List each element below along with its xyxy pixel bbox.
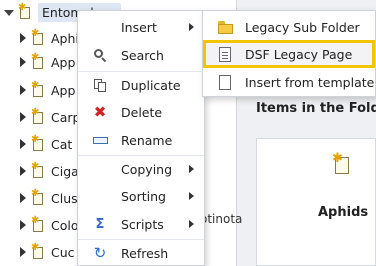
submenu-item-label: DSF Legacy Page bbox=[245, 46, 353, 62]
menu-item-insert[interactable]: Insert bbox=[78, 14, 204, 40]
page-icon: ✱ bbox=[31, 28, 45, 46]
expand-arrow-icon[interactable] bbox=[20, 85, 26, 95]
submenu-arrow-icon bbox=[189, 165, 194, 173]
expand-arrow-icon[interactable] bbox=[20, 57, 26, 67]
page-icon: ✱ bbox=[18, 2, 32, 20]
page-icon: ✱ bbox=[31, 215, 45, 233]
expand-arrow-icon[interactable] bbox=[20, 112, 26, 122]
expand-arrow-icon[interactable] bbox=[20, 139, 26, 149]
page-icon: ✱ bbox=[31, 242, 45, 260]
submenu-item-label: Insert from template bbox=[245, 74, 375, 90]
page-icon: ✱ bbox=[31, 134, 45, 152]
menu-item-sorting[interactable]: Sorting bbox=[78, 183, 204, 209]
expand-arrow-icon[interactable] bbox=[20, 193, 26, 203]
menu-item-rename[interactable]: Rename bbox=[78, 127, 204, 153]
tree-node-label: otinota bbox=[200, 212, 243, 226]
tree-node[interactable]: ✱ Cat bbox=[0, 133, 72, 155]
expand-arrow-icon[interactable] bbox=[20, 166, 26, 176]
menu-item-label: Copying bbox=[121, 161, 173, 177]
tree-node-label[interactable]: Ciga bbox=[51, 164, 79, 179]
tree-node[interactable]: ✱ Carp bbox=[0, 106, 80, 128]
rename-icon bbox=[92, 132, 108, 148]
items-heading: Items in the Folde bbox=[256, 101, 376, 116]
tree-node[interactable]: ✱ Clus bbox=[0, 187, 78, 209]
page-icon: ✱ bbox=[31, 188, 45, 206]
page-icon bbox=[217, 46, 233, 62]
menu-item-copying[interactable]: Copying bbox=[78, 156, 204, 182]
tree-node-label[interactable]: Colo bbox=[51, 218, 79, 233]
tree-node[interactable]: ✱ App bbox=[0, 51, 75, 73]
tree-node-label[interactable]: App bbox=[51, 55, 75, 70]
refresh-icon: ↻ bbox=[93, 244, 107, 262]
expand-arrow-icon[interactable] bbox=[20, 247, 26, 257]
duplicate-icon bbox=[92, 77, 108, 93]
menu-item-delete[interactable]: ✖ Delete bbox=[78, 99, 204, 125]
menu-item-label: Duplicate bbox=[121, 77, 181, 93]
tree-node-label[interactable]: Cuc bbox=[51, 245, 75, 260]
delete-icon: ✖ bbox=[93, 103, 107, 121]
menu-item-label: Sorting bbox=[121, 188, 166, 204]
submenu-arrow-icon bbox=[189, 23, 194, 31]
item-card-title[interactable]: Aphids bbox=[318, 205, 368, 220]
page-icon: ✱ bbox=[31, 52, 45, 70]
tree-node[interactable]: ✱ App bbox=[0, 79, 75, 101]
menu-item-label: Scripts bbox=[121, 216, 164, 232]
insert-icon bbox=[92, 19, 108, 35]
tree-node-label[interactable]: Cat bbox=[51, 137, 72, 152]
page-icon: ✱ bbox=[31, 80, 45, 98]
submenu-item-legacy-sub-folder[interactable]: Legacy Sub Folder bbox=[203, 14, 375, 40]
submenu-item-insert-from-template[interactable]: Insert from template bbox=[203, 69, 375, 95]
page-icon: ✱ bbox=[31, 161, 45, 179]
insert-submenu: Legacy Sub Folder DSF Legacy Page Insert… bbox=[202, 10, 376, 97]
tree-node[interactable]: ✱ Ciga bbox=[0, 160, 79, 182]
page-icon: ✱ bbox=[31, 107, 45, 125]
tree-node-label[interactable]: App bbox=[51, 83, 75, 98]
context-menu: Insert Search Duplicate ✖ Delete Rename … bbox=[77, 10, 205, 266]
expand-arrow-icon[interactable] bbox=[20, 33, 26, 43]
submenu-arrow-icon bbox=[189, 192, 194, 200]
menu-item-duplicate[interactable]: Duplicate bbox=[78, 72, 204, 98]
collapse-arrow-icon[interactable] bbox=[4, 10, 14, 16]
tree-node-label[interactable]: Clus bbox=[51, 191, 78, 206]
menu-item-label: Delete bbox=[121, 104, 163, 120]
search-icon bbox=[92, 47, 108, 63]
menu-item-scripts[interactable]: Σ Scripts bbox=[78, 211, 204, 237]
menu-item-search[interactable]: Search bbox=[78, 42, 204, 68]
template-icon bbox=[217, 74, 233, 90]
tree-node[interactable]: ✱ Colo bbox=[0, 214, 79, 236]
page-icon: ✱ bbox=[332, 152, 351, 175]
menu-item-label: Search bbox=[121, 47, 164, 63]
menu-item-label: Insert bbox=[121, 19, 157, 35]
folder-icon bbox=[217, 19, 233, 35]
menu-item-label: Refresh bbox=[121, 245, 169, 261]
item-card[interactable] bbox=[256, 138, 376, 266]
scripts-icon: Σ bbox=[95, 216, 105, 232]
submenu-arrow-icon bbox=[189, 220, 194, 228]
submenu-item-label: Legacy Sub Folder bbox=[245, 19, 360, 35]
expand-arrow-icon[interactable] bbox=[20, 220, 26, 230]
tree-node[interactable]: ✱ Cuc bbox=[0, 241, 75, 263]
menu-item-refresh[interactable]: ↻ Refresh bbox=[78, 240, 204, 266]
menu-item-label: Rename bbox=[121, 132, 173, 148]
submenu-item-dsf-legacy-page[interactable]: DSF Legacy Page bbox=[203, 40, 375, 68]
